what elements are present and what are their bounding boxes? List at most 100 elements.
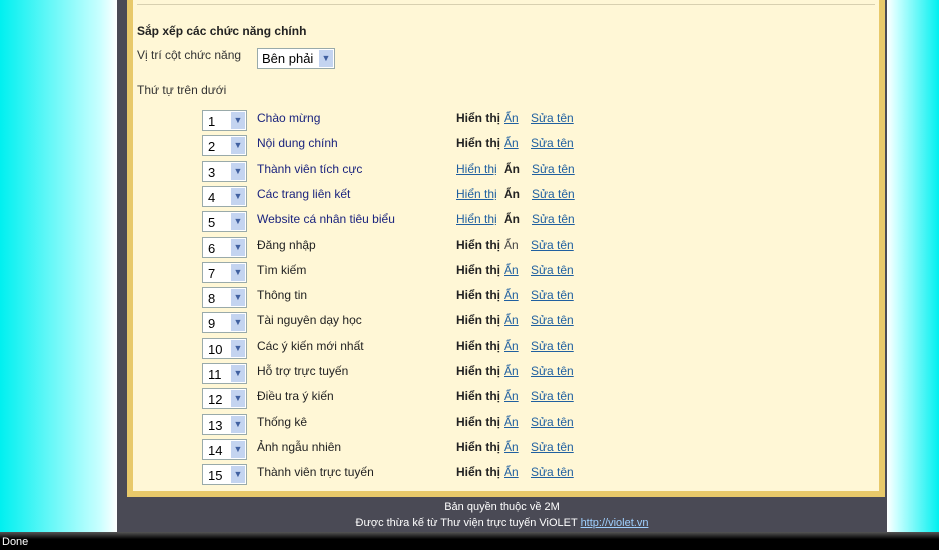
hide-link[interactable]: Ẩn xyxy=(504,364,519,378)
order-value: 11 xyxy=(208,367,222,382)
order-select[interactable]: 15 ▼ xyxy=(202,464,247,486)
module-name: Tài nguyên dạy học xyxy=(257,313,362,328)
page-background-left xyxy=(0,0,117,532)
order-value: 7 xyxy=(208,265,216,281)
show-link: Hiển thị xyxy=(456,262,500,277)
module-row: 11 ▼ Hỗ trợ trực tuyến Hiển thị Ẩn Sửa tê… xyxy=(202,363,602,385)
order-value: 2 xyxy=(208,139,216,155)
hide-link[interactable]: Ẩn xyxy=(504,136,519,150)
order-value: 8 xyxy=(208,291,216,307)
rename-link[interactable]: Sửa tên xyxy=(531,415,574,429)
rename-link[interactable]: Sửa tên xyxy=(531,465,574,479)
hide-link[interactable]: Ẩn xyxy=(504,111,519,125)
hide-link[interactable]: Ẩn xyxy=(504,415,519,429)
chevron-down-icon: ▼ xyxy=(231,390,245,408)
module-row: 7 ▼ Tìm kiếm Hiển thị Ẩn Sửa tên xyxy=(202,261,602,284)
order-value: 10 xyxy=(208,341,223,357)
show-link[interactable]: Hiển thị xyxy=(456,187,497,201)
order-select[interactable]: 1 ▼ xyxy=(202,110,247,131)
section-title: Sắp xếp các chức năng chính xyxy=(137,24,307,38)
order-select[interactable]: 9 ▼ xyxy=(202,312,247,334)
rename-link[interactable]: Sửa tên xyxy=(532,187,575,201)
rename-link[interactable]: Sửa tên xyxy=(532,162,575,176)
order-value: 1 xyxy=(208,114,216,129)
status-bar: Done xyxy=(0,532,939,550)
module-row: 2 ▼ Nội dung chính Hiển thị Ẩn Sửa tên xyxy=(202,135,602,157)
chevron-down-icon: ▼ xyxy=(231,263,245,281)
show-link: Hiển thị xyxy=(456,465,500,480)
order-select[interactable]: 10 ▼ xyxy=(202,337,247,359)
order-value: 6 xyxy=(208,240,216,256)
module-row: 6 ▼ Đăng nhập Hiển thị Ẩn Sửa tên xyxy=(202,236,602,259)
order-label: Thứ tự trên dưới xyxy=(137,83,227,97)
rename-link[interactable]: Sửa tên xyxy=(531,111,574,125)
module-row: 5 ▼ Website cá nhân tiêu biểu Hiển thị Ẩn… xyxy=(202,211,602,233)
module-name: Đăng nhập xyxy=(257,237,316,252)
show-link[interactable]: Hiển thị xyxy=(456,212,497,226)
chevron-down-icon: ▼ xyxy=(231,187,245,205)
order-value: 3 xyxy=(208,164,216,180)
rename-link[interactable]: Sửa tên xyxy=(531,364,574,378)
module-row: 14 ▼ Ảnh ngẫu nhiên Hiển thị Ẩn Sửa tên xyxy=(202,438,602,461)
hide-link: Ẩn xyxy=(504,237,519,252)
footer-inherit-text: Được thừa kế từ Thư viện trực tuyến ViOL… xyxy=(355,517,578,529)
footer-inherit: Được thừa kế từ Thư viện trực tuyến ViOL… xyxy=(117,517,887,529)
divider xyxy=(137,4,875,5)
rename-link[interactable]: Sửa tên xyxy=(531,263,574,277)
rename-link[interactable]: Sửa tên xyxy=(531,238,574,252)
chevron-down-icon: ▼ xyxy=(231,162,245,180)
order-select[interactable]: 8 ▼ xyxy=(202,287,247,309)
chevron-down-icon: ▼ xyxy=(231,289,245,307)
order-select[interactable]: 11 ▼ xyxy=(202,363,247,384)
module-name: Tìm kiếm xyxy=(257,262,307,277)
rename-link[interactable]: Sửa tên xyxy=(531,339,574,353)
module-row: 13 ▼ Thống kê Hiển thị Ẩn Sửa tên xyxy=(202,413,602,436)
chevron-down-icon: ▼ xyxy=(231,137,245,155)
order-select[interactable]: 3 ▼ xyxy=(202,160,247,182)
module-row: 8 ▼ Thông tin Hiển thị Ẩn Sửa tên xyxy=(202,287,602,309)
order-select[interactable]: 2 ▼ xyxy=(202,135,247,157)
order-select[interactable]: 14 ▼ xyxy=(202,438,247,460)
show-link[interactable]: Hiển thị xyxy=(456,162,497,176)
hide-link[interactable]: Ẩn xyxy=(504,389,519,403)
footer-copyright: Bản quyền thuộc về 2M xyxy=(444,501,560,513)
hide-link[interactable]: Ẩn xyxy=(504,339,519,353)
order-select[interactable]: 6 ▼ xyxy=(202,236,247,258)
chevron-down-icon: ▼ xyxy=(319,50,333,67)
position-select[interactable]: Bên phải ▼ xyxy=(257,48,335,69)
rename-link[interactable]: Sửa tên xyxy=(531,440,574,454)
order-select[interactable]: 7 ▼ xyxy=(202,261,247,283)
hide-link[interactable]: Ẩn xyxy=(504,440,519,454)
chevron-down-icon: ▼ xyxy=(231,440,245,458)
module-row: 10 ▼ Các ý kiến mới nhất Hiển thị Ẩn Sửa … xyxy=(202,337,602,360)
rename-link[interactable]: Sửa tên xyxy=(532,212,575,226)
order-select[interactable]: 12 ▼ xyxy=(202,388,247,410)
hide-link[interactable]: Ẩn xyxy=(504,465,519,479)
chevron-down-icon: ▼ xyxy=(231,213,245,231)
violet-link[interactable]: http://violet.vn xyxy=(581,517,649,529)
rename-link[interactable]: Sửa tên xyxy=(531,288,574,302)
order-value: 9 xyxy=(208,316,216,332)
hide-link[interactable]: Ẩn xyxy=(504,288,519,302)
order-select[interactable]: 5 ▼ xyxy=(202,211,247,233)
show-link: Hiển thị xyxy=(456,389,500,404)
order-select[interactable]: 4 ▼ xyxy=(202,185,247,207)
rename-link[interactable]: Sửa tên xyxy=(531,313,574,327)
module-row: 15 ▼ Thành viên trực tuyến Hiển thị Ẩn Sử… xyxy=(202,464,602,486)
module-row: 12 ▼ Điều tra ý kiến Hiển thị Ẩn Sửa tên xyxy=(202,388,602,410)
position-value: Bên phải xyxy=(262,51,314,66)
order-value: 15 xyxy=(208,468,223,484)
hide-link[interactable]: Ẩn xyxy=(504,313,519,327)
chevron-down-icon: ▼ xyxy=(231,365,245,382)
order-value: 5 xyxy=(208,215,216,231)
rename-link[interactable]: Sửa tên xyxy=(531,389,574,403)
rename-link[interactable]: Sửa tên xyxy=(531,136,574,150)
order-select[interactable]: 13 ▼ xyxy=(202,413,247,435)
hide-link[interactable]: Ẩn xyxy=(504,263,519,277)
chevron-down-icon: ▼ xyxy=(231,339,245,357)
module-name: Thành viên trực tuyến xyxy=(257,465,374,480)
show-link: Hiển thị xyxy=(456,136,500,151)
module-name: Các trang liên kết xyxy=(257,186,351,201)
show-link: Hiển thị xyxy=(456,237,500,252)
chevron-down-icon: ▼ xyxy=(231,314,245,332)
